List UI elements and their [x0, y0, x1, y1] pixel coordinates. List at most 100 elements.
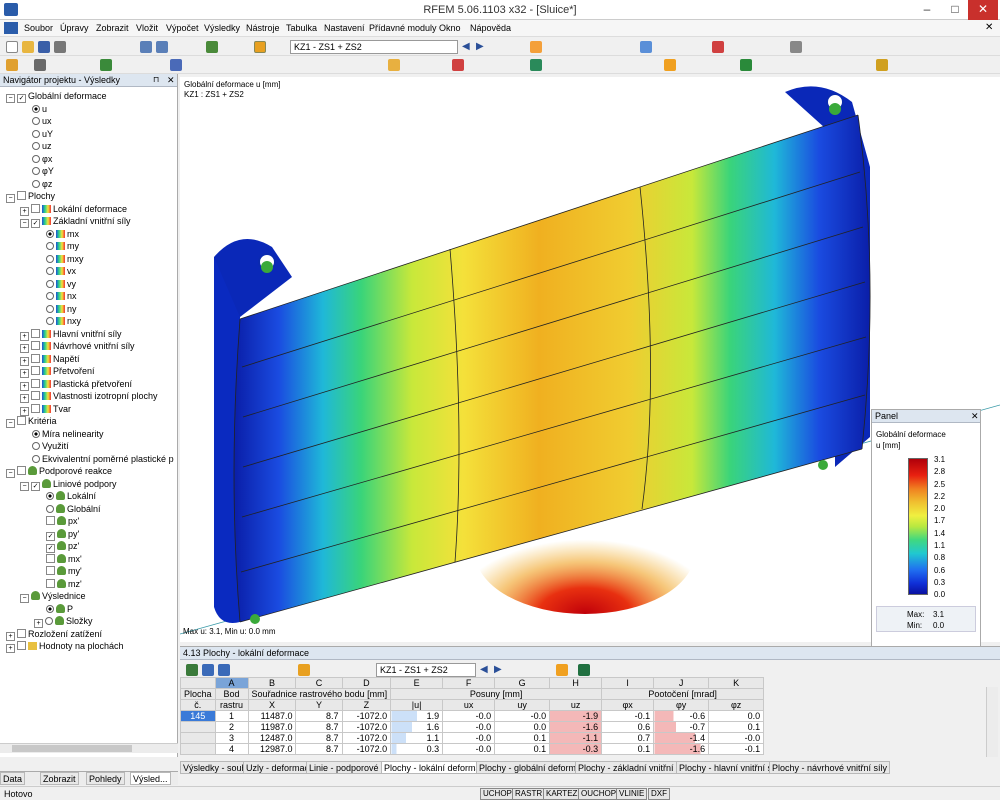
- menu-napoveda[interactable]: Nápověda: [470, 23, 511, 33]
- zoom-icon[interactable]: [790, 41, 802, 53]
- tree-rozlozeni-zatizeni[interactable]: + Rozložení zatížení: [6, 628, 102, 641]
- tree-hlavni-vnitrni-sily[interactable]: + Hlavní vnitřní síly: [20, 328, 122, 341]
- menu-upravy[interactable]: Úpravy: [60, 23, 89, 33]
- display-icon[interactable]: [388, 59, 400, 71]
- results-icon[interactable]: [254, 41, 266, 53]
- tree-my[interactable]: my: [46, 240, 79, 252]
- tree-podporove-reakce[interactable]: − Podporové reakce: [6, 465, 112, 478]
- minimize-button[interactable]: ‒: [912, 0, 942, 20]
- table-row[interactable]: 145 1 11487.0 8.7 -1072.0 1.9 -0.0 -0.0 -1.9 -0…: [180, 710, 765, 722]
- table-tab-hlavni-sily[interactable]: Plochy - hlavní vnitřní síly: [676, 761, 785, 774]
- menu-zobrazit[interactable]: Zobrazit: [96, 23, 129, 33]
- legend-close-icon[interactable]: ✕: [971, 411, 979, 422]
- next-icon[interactable]: ▶: [476, 41, 488, 53]
- tree-plochy[interactable]: − Plochy: [6, 190, 55, 203]
- tree-liniove-podpory[interactable]: − ✓ Liniové podpory: [20, 478, 117, 491]
- section-icon[interactable]: [452, 59, 464, 71]
- tree-vx[interactable]: vx: [46, 265, 76, 277]
- legend-icon[interactable]: [876, 59, 888, 71]
- tree-vyslednice[interactable]: − Výslednice: [20, 590, 86, 603]
- tree-lokalni[interactable]: Lokální: [46, 490, 96, 502]
- line-icon[interactable]: [34, 59, 46, 71]
- tree-hodnoty-na-plochach[interactable]: + Hodnoty na plochách: [6, 640, 124, 653]
- menu-okno[interactable]: Okno: [439, 23, 461, 33]
- close-button[interactable]: ✕: [968, 0, 998, 20]
- menu-soubor[interactable]: Soubor: [24, 23, 53, 33]
- show-results-icon[interactable]: [530, 41, 542, 53]
- support-icon[interactable]: [740, 59, 752, 71]
- tree-ny[interactable]: ny: [46, 303, 77, 315]
- status-ouchop-button[interactable]: OUCHOP: [578, 788, 620, 800]
- table-row[interactable]: 2 11987.0 8.7 -1072.0 1.6 -0.0 0.0 -1.6 0.6 -0.…: [180, 721, 765, 733]
- tree-navrhove-vnitrni-sily[interactable]: + Návrhové vnitřní síly: [20, 340, 135, 353]
- tree-mx[interactable]: mx: [46, 228, 79, 240]
- table-export-icon[interactable]: [186, 664, 198, 676]
- table-load-case-select[interactable]: KZ1 - ZS1 + ZS2: [376, 663, 476, 677]
- tree-plasticka-pretvoreni[interactable]: + Plastická přetvoření: [20, 378, 132, 391]
- menu-pridavne-moduly[interactable]: Přídavné moduly: [369, 23, 437, 33]
- filter-icon[interactable]: [530, 59, 542, 71]
- table-row[interactable]: 4 12987.0 8.7 -1072.0 0.3 -0.0 0.1 -0.3 0.1 -1.…: [180, 743, 765, 755]
- table-row[interactable]: 3 12487.0 8.7 -1072.0 1.1 -0.0 0.1 -1.1 0.7 -1.…: [180, 732, 765, 744]
- undo-icon[interactable]: [140, 41, 152, 53]
- view-icon[interactable]: [640, 41, 652, 53]
- print-icon[interactable]: [54, 41, 66, 53]
- maximize-button[interactable]: □: [940, 0, 970, 20]
- tree-mxy[interactable]: mxy: [46, 253, 84, 265]
- status-rastr-button[interactable]: RASTR: [512, 788, 546, 800]
- table-sort-icon[interactable]: [218, 664, 230, 676]
- tree-pretvoreni[interactable]: + Přetvoření: [20, 365, 95, 378]
- tree-lokalni-deformace[interactable]: + Lokální deformace: [20, 203, 127, 216]
- nav-tab-data[interactable]: Data: [0, 772, 26, 785]
- status-dxf-button[interactable]: DXF: [648, 788, 670, 800]
- save-icon[interactable]: [38, 41, 50, 53]
- menu-tabulka[interactable]: Tabulka: [286, 23, 317, 33]
- tree-nxy[interactable]: nxy: [46, 315, 81, 327]
- table-vscroll[interactable]: [986, 687, 998, 757]
- tree-mx-support[interactable]: mx': [46, 553, 82, 565]
- tree-nx[interactable]: nx: [46, 290, 77, 302]
- tree-pz[interactable]: ✓ pz': [46, 540, 79, 553]
- menu-vysledky[interactable]: Výsledky: [204, 23, 240, 33]
- tree-tvar[interactable]: + Tvar: [20, 403, 71, 416]
- menu-nastaveni[interactable]: Nastavení: [324, 23, 365, 33]
- nav-tab-vysledky[interactable]: Výsled...: [130, 772, 171, 785]
- tree-slozky[interactable]: + Složky: [34, 615, 93, 628]
- tree-globalni[interactable]: Globální: [46, 503, 101, 515]
- tree-kriteria[interactable]: − Kritéria: [6, 415, 57, 428]
- menu-nastroje[interactable]: Nástroje: [246, 23, 280, 33]
- tree-vy[interactable]: vy: [46, 278, 76, 290]
- tree-ux[interactable]: ux: [32, 115, 52, 127]
- load-case-select[interactable]: KZ1 - ZS1 + ZS2: [290, 40, 458, 54]
- table-prev-icon[interactable]: ◀: [480, 664, 492, 676]
- tree-u[interactable]: u: [32, 103, 47, 115]
- tree-p[interactable]: P: [46, 603, 73, 615]
- status-uchop-button[interactable]: UCHOP: [480, 788, 515, 800]
- table-next-icon[interactable]: ▶: [494, 664, 506, 676]
- tree-vyuziti[interactable]: Využití: [32, 440, 69, 452]
- tree-py[interactable]: ✓ py': [46, 528, 79, 541]
- table-tab-navrhove-sily[interactable]: Plochy - návrhové vnitřní síly: [769, 761, 891, 774]
- redo-icon[interactable]: [156, 41, 168, 53]
- tree-px[interactable]: px': [46, 515, 79, 527]
- tree-zakladni-vnitrni-sily[interactable]: − ✓ Základní vnitřní síly: [20, 215, 131, 228]
- render-icon[interactable]: [712, 41, 724, 53]
- table-excel-icon[interactable]: [578, 664, 590, 676]
- tree-uz[interactable]: uz: [32, 140, 52, 152]
- table-tab-zakladni-sily[interactable]: Plochy - základní vnitřní síly: [575, 761, 693, 774]
- select-icon[interactable]: [6, 59, 18, 71]
- table-color-icon[interactable]: [298, 664, 310, 676]
- tree-globalni-deformace[interactable]: − ✓ Globální deformace: [6, 90, 107, 103]
- scale-icon[interactable]: [664, 59, 676, 71]
- navigator-hscroll[interactable]: [0, 743, 178, 753]
- table-highlight-icon[interactable]: [556, 664, 568, 676]
- tree-phiy[interactable]: φY: [32, 165, 54, 177]
- open-icon[interactable]: [22, 41, 34, 53]
- tree-ekvivalentni[interactable]: Ekvivalentní poměrné plastické p: [32, 453, 174, 465]
- tree-phix[interactable]: φx: [32, 153, 52, 165]
- nav-tab-pohledy[interactable]: Pohledy: [86, 772, 125, 785]
- table-filter-icon[interactable]: [202, 664, 214, 676]
- nav-tab-zobrazit[interactable]: Zobrazit: [40, 772, 79, 785]
- tree-napeti[interactable]: + Napětí: [20, 353, 80, 366]
- tree-my-support[interactable]: my': [46, 565, 82, 577]
